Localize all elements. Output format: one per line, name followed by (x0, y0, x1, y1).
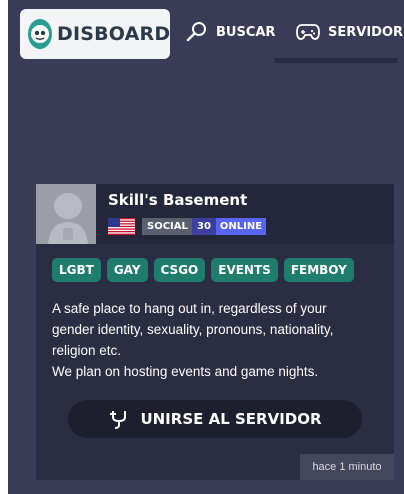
gamepad-icon (296, 22, 320, 42)
join-server-button[interactable]: UNIRSE AL SERVIDOR (68, 400, 362, 438)
description-line: A safe place to hang out in, regardless … (52, 301, 327, 316)
join-plug-icon (108, 408, 130, 430)
server-card: Skill's Basement SOCIAL 30 ONLINE LGBT G… (36, 184, 394, 480)
online-label: ONLINE (215, 218, 267, 235)
tag-csgo[interactable]: CSGO (153, 258, 206, 282)
nav-servers-link[interactable]: SERVIDORE (296, 18, 404, 46)
server-description: A safe place to hang out in, regardless … (52, 298, 382, 382)
tag-femboy[interactable]: FEMBOY (283, 258, 354, 282)
server-name[interactable]: Skill's Basement (108, 191, 247, 209)
tag-gay[interactable]: GAY (106, 258, 148, 282)
nav-search-link[interactable]: BUSCAR (186, 18, 275, 46)
description-line: gender identity, sexuality, pronouns, na… (52, 322, 334, 337)
nav-servers-label: SERVIDORE (328, 24, 404, 40)
disboard-mascot-icon (28, 19, 52, 49)
logo-text: DISBOARD (57, 23, 171, 45)
tag-list: LGBT GAY CSGO EVENTS FEMBOY (52, 258, 354, 282)
online-badge: 30 ONLINE (192, 218, 267, 235)
category-badge[interactable]: SOCIAL (142, 218, 193, 235)
description-line: We plan on hosting events and game night… (52, 364, 319, 379)
nav-active-indicator (274, 58, 398, 63)
server-card-header: Skill's Basement SOCIAL 30 ONLINE (36, 184, 394, 244)
join-button-label: UNIRSE AL SERVIDOR (140, 410, 322, 428)
bump-timestamp: hace 1 minuto (300, 454, 394, 480)
nav-search-label: BUSCAR (216, 24, 276, 40)
tag-lgbt[interactable]: LGBT (52, 258, 101, 282)
page: DISBOARD BUSCAR SERVIDORE Skill's Baseme… (0, 0, 404, 494)
tag-events[interactable]: EVENTS (211, 258, 278, 282)
online-count: 30 (192, 218, 216, 235)
description-line: religion etc. (52, 343, 122, 358)
disboard-logo[interactable]: DISBOARD (20, 9, 170, 59)
server-avatar[interactable] (36, 184, 96, 244)
us-flag-icon (108, 218, 135, 235)
search-icon (186, 21, 208, 43)
